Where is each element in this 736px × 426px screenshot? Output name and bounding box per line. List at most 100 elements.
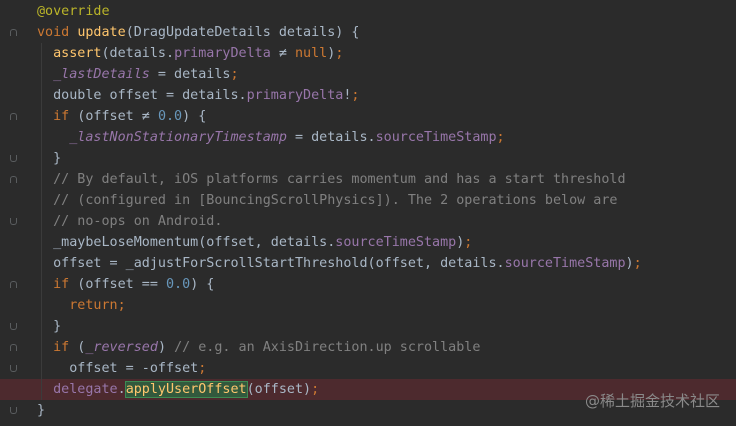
- code-line-text: assert(details.primaryDelta ≠ null);: [37, 43, 343, 64]
- code-line-text: _maybeLoseMomentum(offset, details.sourc…: [37, 232, 472, 253]
- code-token: _reversed: [85, 340, 158, 355]
- watermark: @稀土掘金技术社区: [584, 392, 720, 410]
- code-token: = details: [149, 67, 231, 82]
- code-token: @override: [37, 4, 110, 19]
- code-line[interactable]: }: [0, 316, 736, 337]
- code-token: sourceTimeStamp: [375, 130, 497, 145]
- code-token: }: [37, 403, 46, 418]
- code-token: ;: [198, 361, 207, 376]
- code-token: _maybeLoseMomentum(offset, details.: [37, 235, 336, 250]
- code-token: ) {: [190, 277, 215, 292]
- highlighted-symbol: applyUserOffset: [124, 381, 248, 398]
- code-token: ;: [335, 46, 344, 61]
- code-line-text: offset = _adjustForScrollStartThreshold(…: [37, 253, 642, 274]
- code-line[interactable]: _lastNonStationaryTimestamp = details.so…: [0, 127, 736, 148]
- code-token: (: [69, 340, 86, 355]
- code-line[interactable]: if (offset ≠ 0.0) {: [0, 106, 736, 127]
- code-token: _lastDetails: [53, 67, 150, 82]
- code-line-text: delegate.applyUserOffset(offset);: [37, 379, 319, 400]
- code-token: null: [295, 46, 328, 61]
- code-token: ;: [464, 235, 473, 250]
- code-token: = details.: [286, 130, 376, 145]
- code-line[interactable]: }: [0, 148, 736, 169]
- code-token: .: [117, 382, 126, 397]
- indent-guide: [41, 43, 42, 400]
- code-line[interactable]: double offset = details.primaryDelta!;: [0, 85, 736, 106]
- code-token: delegate: [53, 382, 118, 397]
- code-token: ≠: [270, 46, 295, 61]
- code-token: return: [69, 298, 118, 313]
- code-line-text: // (configured in [BouncingScrollPhysics…: [37, 190, 617, 211]
- code-token: (details.: [101, 46, 175, 61]
- code-token: (DragUpdateDetails details) {: [125, 25, 360, 40]
- code-editor[interactable]: @override void update(DragUpdateDetails d…: [0, 0, 736, 426]
- code-line[interactable]: if (offset == 0.0) {: [0, 274, 736, 295]
- code-line[interactable]: if (_reversed) // e.g. an AxisDirection.…: [0, 337, 736, 358]
- code-token: primaryDelta: [174, 46, 271, 61]
- code-line[interactable]: offset = -offset;: [0, 358, 736, 379]
- code-line[interactable]: // (configured in [BouncingScrollPhysics…: [0, 190, 736, 211]
- code-token: ;: [311, 382, 320, 397]
- code-token: if: [53, 109, 70, 124]
- code-token: // e.g. an AxisDirection.up scrollable: [174, 340, 481, 355]
- code-line-text: // By default, iOS platforms carries mom…: [37, 169, 626, 190]
- code-token: ;: [351, 88, 360, 103]
- code-line[interactable]: @override: [0, 1, 736, 22]
- code-line-text: // no-ops on Android.: [37, 211, 222, 232]
- code-token: assert: [53, 46, 102, 61]
- code-token: offset = -offset: [37, 361, 199, 376]
- code-token: ): [625, 256, 634, 271]
- code-line[interactable]: return;: [0, 295, 736, 316]
- code-line-text: }: [37, 400, 45, 421]
- code-line[interactable]: _maybeLoseMomentum(offset, details.sourc…: [0, 232, 736, 253]
- code-line-text: if (offset ≠ 0.0) {: [37, 106, 206, 127]
- code-line-text: offset = -offset;: [37, 358, 206, 379]
- code-token: (offset): [246, 382, 312, 397]
- code-token: (offset ≠: [69, 109, 158, 124]
- code-line[interactable]: assert(details.primaryDelta ≠ null);: [0, 43, 736, 64]
- code-line-text: _lastNonStationaryTimestamp = details.so…: [37, 127, 505, 148]
- code-token: ;: [496, 130, 505, 145]
- code-token: _lastNonStationaryTimestamp: [69, 130, 287, 145]
- code-line[interactable]: // By default, iOS platforms carries mom…: [0, 169, 736, 190]
- code-token: primaryDelta: [246, 88, 344, 103]
- code-line-text: return;: [37, 295, 126, 316]
- code-token: double offset = details.: [37, 88, 247, 103]
- code-token: ;: [633, 256, 642, 271]
- code-token: sourceTimeStamp: [504, 256, 626, 271]
- code-token: // no-ops on Android.: [53, 214, 223, 229]
- code-token: sourceTimeStamp: [335, 235, 457, 250]
- code-line-text: _lastDetails = details;: [37, 64, 239, 85]
- code-line-text: double offset = details.primaryDelta!;: [37, 85, 359, 106]
- code-line-text: @override: [37, 1, 110, 22]
- code-line[interactable]: void update(DragUpdateDetails details) {: [0, 22, 736, 43]
- code-token: // By default, iOS platforms carries mom…: [53, 172, 626, 187]
- code-token: void: [37, 25, 78, 40]
- code-line-text: if (offset == 0.0) {: [37, 274, 214, 295]
- code-line[interactable]: _lastDetails = details;: [0, 64, 736, 85]
- code-token: ;: [230, 67, 239, 82]
- code-token: 0.0: [157, 109, 183, 124]
- code-token: if: [53, 277, 70, 292]
- code-token: // (configured in [BouncingScrollPhysics…: [53, 193, 618, 208]
- code-token: (offset ==: [69, 277, 166, 292]
- code-line[interactable]: // no-ops on Android.: [0, 211, 736, 232]
- code-token: ) {: [182, 109, 207, 124]
- code-line[interactable]: offset = _adjustForScrollStartThreshold(…: [0, 253, 736, 274]
- code-token: ;: [117, 298, 126, 313]
- code-line-text: void update(DragUpdateDetails details) {: [37, 22, 359, 43]
- code-line-text: if (_reversed) // e.g. an AxisDirection.…: [37, 337, 480, 358]
- code-token: update: [77, 25, 126, 40]
- code-token: 0.0: [166, 277, 191, 292]
- code-token: ): [157, 340, 175, 355]
- code-token: if: [53, 340, 70, 355]
